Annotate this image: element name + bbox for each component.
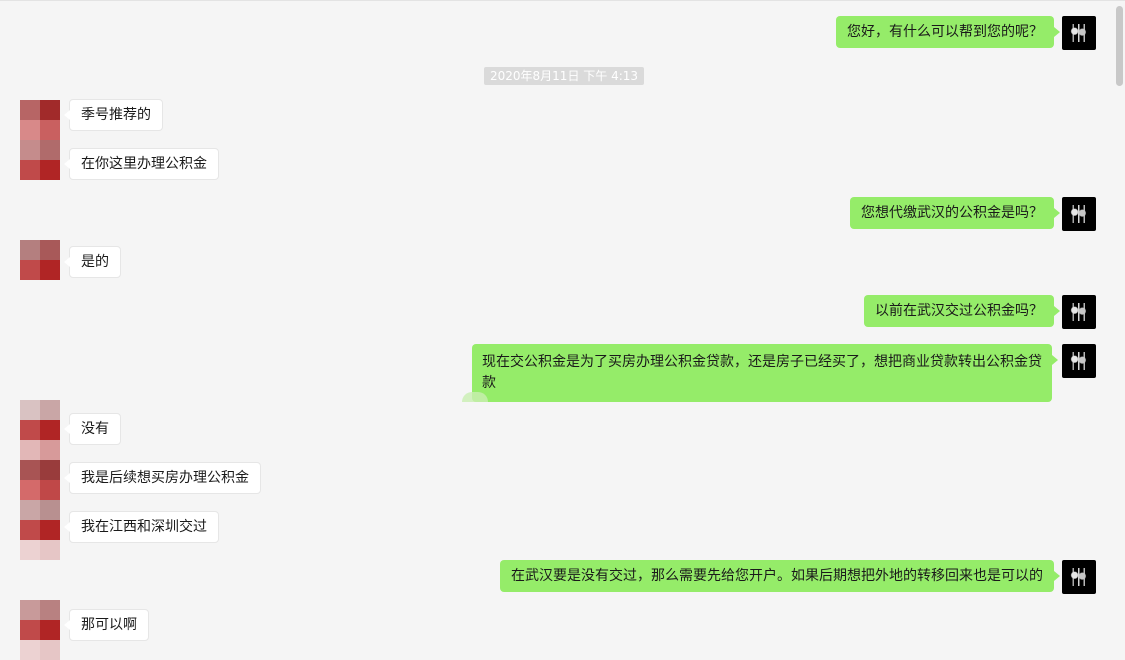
my-message-bubble[interactable]: 以前在武汉交过公积金吗？	[864, 295, 1060, 327]
dark-avatar-icon	[1068, 303, 1090, 321]
their-message-bubble[interactable]: 没有	[64, 413, 121, 445]
my-message-bubble[interactable]: 在武汉要是没有交过，那么需要先给您开户。如果后期想把外地的转移回来也是可以的	[500, 560, 1060, 592]
my-message-bubble[interactable]: 您好，有什么可以帮到您的呢？	[836, 16, 1060, 48]
their-message-bubble[interactable]: 是的	[64, 246, 121, 278]
their-message-bubble[interactable]: 我是后续想买房办理公积金	[64, 462, 261, 494]
my-avatar[interactable]	[1062, 197, 1096, 231]
their-avatar[interactable]	[20, 400, 60, 560]
my-message-bubble[interactable]: 您想代缴武汉的公积金是吗？	[850, 197, 1060, 229]
my-avatar[interactable]	[1062, 560, 1096, 594]
their-avatar[interactable]	[20, 100, 60, 180]
my-avatar[interactable]	[1062, 344, 1096, 378]
my-avatar[interactable]	[1062, 16, 1096, 50]
message-timestamp: 2020年8月11日 下午 4:13	[484, 67, 645, 85]
their-message-bubble[interactable]: 在你这里办理公积金	[64, 148, 219, 180]
their-message-bubble[interactable]: 那可以啊	[64, 609, 149, 641]
their-avatar[interactable]	[20, 240, 60, 280]
dark-avatar-icon	[1068, 568, 1090, 586]
their-avatar[interactable]	[20, 600, 60, 660]
my-avatar[interactable]	[1062, 295, 1096, 329]
dark-avatar-icon	[1068, 352, 1090, 370]
scrollbar-thumb[interactable]	[1116, 6, 1123, 86]
my-message-bubble[interactable]: 现在交公积金是为了买房办理公积金贷款，还是房子已经买了，想把商业贷款转出公积金贷…	[472, 344, 1058, 402]
their-message-bubble[interactable]: 我在江西和深圳交过	[64, 511, 219, 543]
message-tail-shadow	[462, 392, 488, 402]
window-top-border	[0, 0, 1125, 1]
dark-avatar-icon	[1068, 24, 1090, 42]
their-message-bubble[interactable]: 季号推荐的	[64, 99, 163, 131]
dark-avatar-icon	[1068, 205, 1090, 223]
